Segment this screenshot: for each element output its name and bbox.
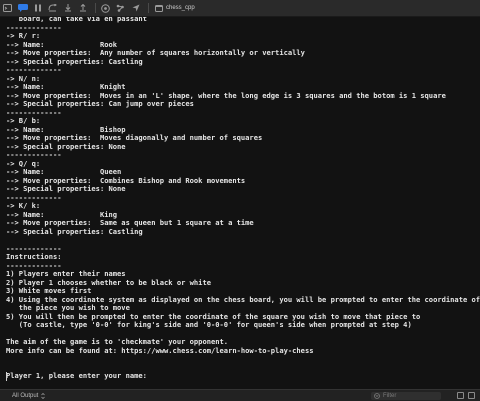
- scheme-icon: [155, 4, 163, 12]
- output-selector-label: All Output: [12, 392, 39, 399]
- pause-icon[interactable]: [32, 3, 43, 14]
- toolbar-divider: [148, 3, 149, 13]
- trash-icon[interactable]: [457, 392, 464, 399]
- debug-view-icon[interactable]: [100, 3, 111, 14]
- location-icon[interactable]: [130, 3, 141, 14]
- filter-placeholder: Filter: [383, 393, 397, 399]
- filter-icon: [374, 393, 380, 399]
- chevron-updown-icon: [41, 392, 46, 399]
- toolbar-divider: [95, 3, 96, 13]
- step-over-icon[interactable]: [47, 3, 58, 14]
- console-line: More info can be found at: https://www.c…: [6, 345, 314, 355]
- chat-bubble-icon[interactable]: [17, 3, 28, 14]
- terminal-icon[interactable]: [2, 3, 13, 14]
- panel-buttons: [457, 392, 475, 399]
- console-line: --> Special properties: Castling: [6, 226, 143, 236]
- scheme-name: chess_cpp: [166, 5, 195, 11]
- debug-toolbar: chess_cpp: [0, 0, 480, 17]
- console-output[interactable]: board, can take via en passant ---------…: [0, 17, 480, 388]
- memory-icon[interactable]: [115, 3, 126, 14]
- scheme-selector[interactable]: chess_cpp: [155, 3, 195, 14]
- text-caret: [6, 372, 7, 381]
- step-into-icon[interactable]: [62, 3, 73, 14]
- console-text: board, can take via en passant ---------…: [6, 17, 480, 388]
- filter-input[interactable]: Filter: [371, 392, 441, 400]
- console-line: (To castle, type '0-0' for king's side a…: [6, 320, 412, 329]
- console-line: Player 1, please enter your name:: [6, 371, 147, 380]
- debug-bottom-bar: All Output Filter: [0, 389, 480, 401]
- step-out-icon[interactable]: [77, 3, 88, 14]
- split-view-icon[interactable]: [468, 392, 475, 399]
- output-selector[interactable]: All Output: [0, 392, 46, 399]
